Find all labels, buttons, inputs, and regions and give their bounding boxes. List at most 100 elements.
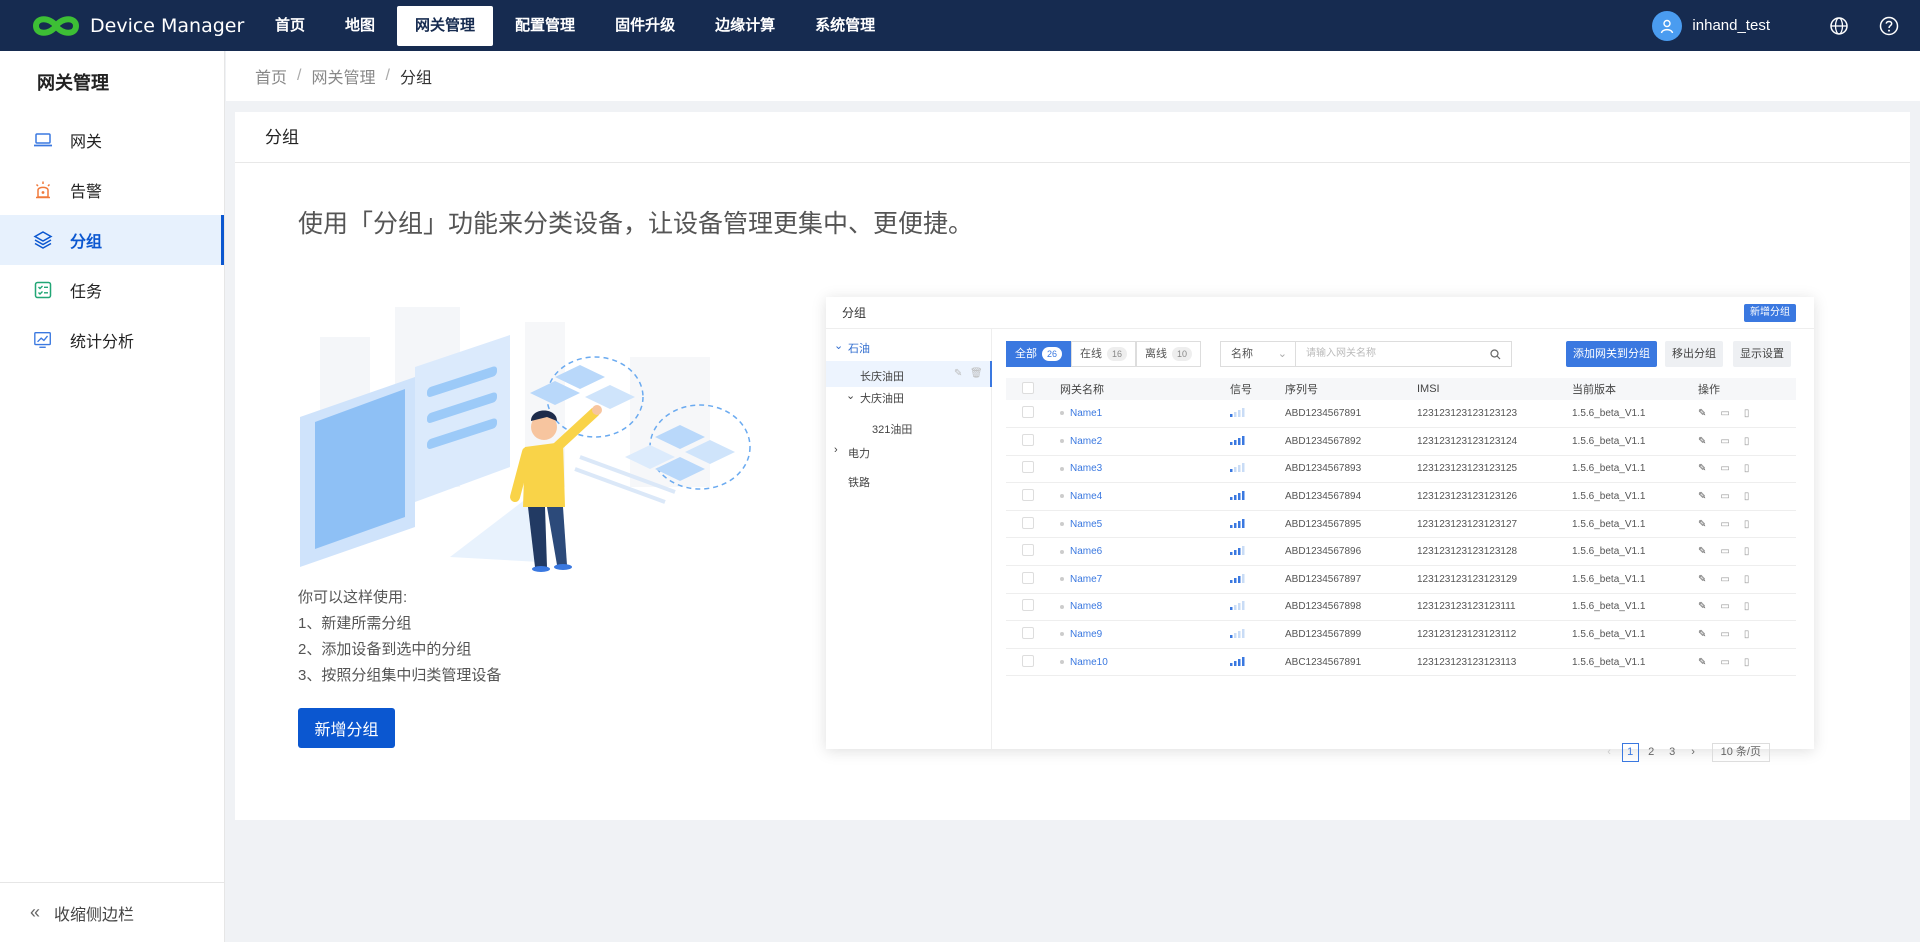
edit-icon: ✎ — [954, 368, 963, 379]
serial-number: ABC1234567891 — [1285, 648, 1417, 677]
sidebar-title: 网关管理 — [37, 73, 109, 93]
help-button[interactable] — [1878, 15, 1900, 37]
column-header: 当前版本 — [1572, 378, 1698, 400]
version: 1.5.6_beta_V1.1 — [1572, 400, 1698, 429]
language-button[interactable] — [1828, 15, 1850, 37]
imsi: 123123123123123123 — [1417, 400, 1572, 429]
document-icon: ▯ — [1743, 629, 1750, 641]
preview-add-to-group-button: 添加网关到分组 — [1566, 341, 1657, 367]
usage-step: 3、按照分组集中归类管理设备 — [298, 667, 502, 684]
serial-number: ABD1234567891 — [1285, 400, 1417, 429]
imsi: 123123123123123112 — [1417, 620, 1572, 649]
tree-chevron-right-icon: › — [834, 444, 838, 456]
breadcrumb-gateway-management[interactable]: 网关管理 — [311, 64, 375, 88]
laptop-icon — [33, 130, 53, 150]
table-row: Name10 ABC1234567891 123123123123123113 1.5… — [1006, 648, 1796, 677]
monitor-icon: ▭ — [1720, 463, 1730, 475]
tree-node: 电力 — [848, 448, 870, 460]
row-checkbox — [1022, 599, 1034, 612]
trash-icon: 🗑 — [970, 368, 983, 379]
monitor-icon: ▭ — [1720, 408, 1730, 420]
chart-icon — [33, 330, 53, 350]
row-actions: ✎ ▭ ▯ — [1698, 436, 1796, 447]
breadcrumb-home[interactable]: 首页 — [255, 64, 287, 88]
imsi: 123123123123123111 — [1417, 593, 1572, 622]
sidebar-item-alarm[interactable]: 告警 — [0, 165, 224, 215]
monitor-icon: ▭ — [1720, 518, 1730, 530]
nav-gateway-management[interactable]: 网关管理 — [397, 5, 494, 46]
gateway-name: Name1 — [1070, 408, 1103, 420]
page-number: 2 — [1648, 746, 1655, 758]
layers-icon — [33, 230, 53, 250]
sidebar-item-tasks[interactable]: 任务 — [0, 265, 224, 315]
version: 1.5.6_beta_V1.1 — [1572, 482, 1698, 511]
gateway-name: Name4 — [1070, 491, 1103, 503]
user-area: inhand_test — [1652, 0, 1900, 51]
row-actions: ✎ ▭ ▯ — [1698, 546, 1796, 557]
collapse-label: 收缩侧边栏 — [54, 906, 135, 924]
sidebar-item-label: 统计分析 — [70, 334, 135, 351]
monitor-icon: ▭ — [1720, 435, 1730, 447]
nav-firmware-upgrade[interactable]: 固件升级 — [597, 6, 693, 46]
table-row: Name2 ABD1234567892 123123123123123124 1.5.… — [1006, 427, 1796, 456]
document-icon: ▯ — [1743, 601, 1750, 613]
feature-preview: 分组 新增分组 ⌄ 石油 长庆油田 ✎ 🗑 ⌄ 大庆油田 321油田 › 电力 … — [826, 297, 1814, 762]
signal-icon — [1230, 491, 1245, 501]
infinity-logo-icon — [32, 15, 80, 36]
preview-tab-all: 全部 26 — [1006, 341, 1072, 367]
nav-config-management[interactable]: 配置管理 — [497, 6, 593, 46]
collapse-sidebar-button[interactable]: « 收缩侧边栏 — [0, 882, 225, 942]
tree-chevron-down-icon: ⌄ — [846, 390, 856, 402]
monitor-icon: ▭ — [1720, 573, 1730, 585]
version: 1.5.6_beta_V1.1 — [1572, 593, 1698, 622]
sidebar-item-groups[interactable]: 分组 — [0, 215, 224, 265]
imsi: 123123123123123124 — [1417, 427, 1572, 456]
double-chevron-left-icon: « — [30, 902, 41, 922]
document-icon: ▯ — [1743, 546, 1750, 558]
row-checkbox — [1022, 544, 1034, 557]
status-dot — [1060, 439, 1064, 444]
empty-state-headline: 使用「分组」功能来分类设备，让设备管理更集中、更便捷。 — [298, 210, 974, 238]
nav-system-management[interactable]: 系统管理 — [797, 6, 893, 46]
gateway-name: Name6 — [1070, 546, 1103, 558]
serial-number: ABD1234567899 — [1285, 620, 1417, 649]
preview-title: 分组 — [842, 306, 867, 320]
preview-tab-offline: 离线 10 — [1136, 341, 1202, 367]
table-row: Name8 ABD1234567898 123123123123123111 1.5.… — [1006, 593, 1796, 622]
signal-icon — [1230, 601, 1245, 611]
serial-number: ABD1234567892 — [1285, 427, 1417, 456]
usage-instructions: 你可以这样使用: 1、新建所需分组 2、添加设备到选中的分组 3、按照分组集中归… — [298, 585, 501, 689]
preview-add-group-button: 新增分组 — [1744, 304, 1796, 322]
nav-map[interactable]: 地图 — [327, 6, 393, 46]
serial-number: ABD1234567896 — [1285, 537, 1417, 567]
username[interactable]: inhand_test — [1692, 17, 1770, 34]
table-row: Name1 ABD1234567891 123123123123123123 1.5.… — [1006, 400, 1796, 429]
nav-edge-computing[interactable]: 边缘计算 — [697, 6, 793, 46]
nav-home[interactable]: 首页 — [257, 6, 323, 46]
row-checkbox — [1022, 489, 1034, 502]
avatar[interactable] — [1652, 10, 1683, 41]
sidebar-item-label: 告警 — [70, 184, 103, 201]
status-dot — [1060, 632, 1064, 637]
serial-number: ABD1234567893 — [1285, 455, 1417, 484]
group-illustration-icon — [300, 307, 751, 572]
sidebar-item-gateway[interactable]: 网关 — [0, 115, 224, 165]
page-number: 1 — [1621, 743, 1639, 762]
edit-icon: ✎ — [1698, 435, 1707, 447]
edit-icon: ✎ — [1698, 408, 1707, 420]
sidebar-item-statistics[interactable]: 统计分析 — [0, 315, 224, 365]
monitor-icon: ▭ — [1720, 601, 1730, 613]
edit-icon: ✎ — [1698, 546, 1707, 558]
row-checkbox — [1022, 516, 1034, 529]
row-actions: ✎ ▭ ▯ — [1698, 657, 1796, 668]
version: 1.5.6_beta_V1.1 — [1572, 620, 1698, 649]
sidebar-item-label: 任务 — [70, 284, 103, 301]
brand[interactable]: Device Manager — [0, 13, 257, 39]
document-icon: ▯ — [1743, 656, 1750, 668]
row-actions: ✎ ▭ ▯ — [1698, 408, 1796, 419]
add-group-button[interactable]: 新增分组 — [298, 708, 395, 748]
status-dot — [1060, 577, 1064, 582]
column-header: 序列号 — [1285, 378, 1417, 400]
usage-step: 1、新建所需分组 — [298, 615, 412, 632]
row-actions: ✎ ▭ ▯ — [1698, 491, 1796, 502]
